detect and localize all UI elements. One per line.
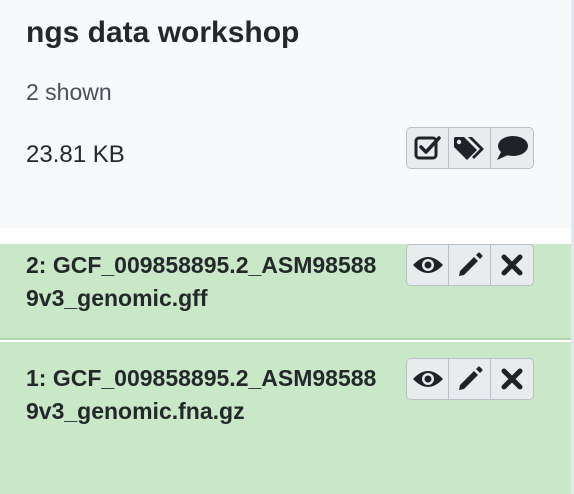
display-button[interactable]	[407, 359, 449, 399]
edit-button[interactable]	[449, 359, 491, 399]
dataset-item[interactable]: 1: GCF_009858895.2_ASM985889v3_genomic.f…	[0, 342, 571, 494]
check-square-icon	[414, 135, 442, 161]
dataset-actions	[406, 244, 534, 286]
shown-count[interactable]: 2 shown	[26, 78, 112, 106]
dataset-title[interactable]: 2: GCF_009858895.2_ASM985889v3_genomic.g…	[26, 249, 386, 315]
delete-button[interactable]	[491, 359, 533, 399]
select-items-button[interactable]	[407, 128, 449, 168]
history-name[interactable]: ngs data workshop	[26, 14, 299, 52]
delete-icon	[500, 253, 524, 277]
delete-button[interactable]	[491, 245, 533, 285]
tags-icon	[452, 134, 488, 162]
comment-icon	[495, 135, 529, 161]
show-tags-button[interactable]	[449, 128, 491, 168]
show-annotation-button[interactable]	[491, 128, 533, 168]
history-actions	[406, 127, 534, 169]
eye-icon	[412, 254, 444, 276]
dataset-item[interactable]: 2: GCF_009858895.2_ASM985889v3_genomic.g…	[0, 244, 571, 340]
edit-button[interactable]	[449, 245, 491, 285]
history-size: 23.81 KB	[26, 141, 125, 168]
eye-icon	[412, 368, 444, 390]
delete-icon	[500, 367, 524, 391]
dataset-title[interactable]: 1: GCF_009858895.2_ASM985889v3_genomic.f…	[26, 362, 386, 428]
history-panel: ngs data workshop 2 shown 23.81 KB 2: GC…	[0, 0, 574, 494]
history-header: ngs data workshop 2 shown 23.81 KB	[0, 0, 571, 228]
display-button[interactable]	[407, 245, 449, 285]
pencil-icon	[456, 365, 484, 393]
pencil-icon	[456, 251, 484, 279]
dataset-actions	[406, 358, 534, 400]
